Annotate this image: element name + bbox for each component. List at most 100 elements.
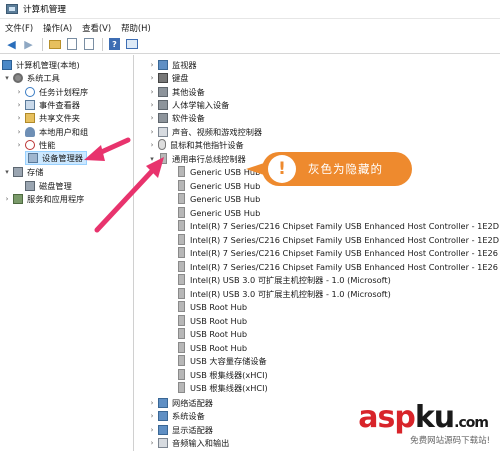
usb-device-row[interactable]: USB 大容量存储设备 [176, 354, 267, 368]
usb-device-row[interactable]: Intel(R) 7 Series/C216 Chipset Family US… [176, 219, 499, 233]
device-category[interactable]: › 监视器 [148, 58, 197, 72]
tree-performance-label: 性能 [39, 139, 56, 150]
device-category[interactable]: › 网络适配器 [148, 396, 213, 410]
console-tree: 计算机管理(本地) ▾ 系统工具 › 任务计划程序 › 事件查看器 › 共享文件… [0, 55, 134, 451]
chevron-right-icon[interactable]: › [148, 439, 156, 447]
chevron-right-icon[interactable]: › [148, 61, 156, 69]
chevron-right-icon[interactable]: › [148, 88, 156, 96]
tree-system-tools[interactable]: ▾ 系统工具 [3, 71, 60, 85]
tree-task-scheduler[interactable]: › 任务计划程序 [15, 85, 88, 99]
chevron-right-icon[interactable]: › [15, 128, 23, 136]
help-button[interactable]: ? [107, 37, 122, 52]
usb-device-label: USB 根集线器(xHCI) [190, 382, 268, 393]
usb-device-row[interactable]: USB 根集线器(xHCI) [176, 381, 268, 395]
device-category[interactable]: › 其他设备 [148, 85, 205, 99]
tree-performance[interactable]: › 性能 [15, 138, 55, 152]
tree-event-viewer[interactable]: › 事件查看器 [15, 98, 80, 112]
device-category[interactable]: › 显示适配器 [148, 423, 213, 437]
device-category-label: 系统设备 [172, 410, 205, 421]
device-category-label: 软件设备 [172, 112, 205, 123]
system-devices-icon [158, 410, 168, 421]
other-devices-icon [158, 86, 168, 97]
software-device-icon [158, 112, 168, 123]
up-folder-button[interactable] [47, 37, 62, 52]
tree-local-users[interactable]: › 本地用户和组 [15, 125, 88, 139]
device-category-label: 监视器 [172, 59, 197, 70]
device-category[interactable]: › 软件设备 [148, 111, 205, 125]
users-icon [25, 126, 35, 137]
chevron-right-icon[interactable]: › [148, 128, 156, 136]
tree-task-scheduler-label: 任务计划程序 [39, 86, 89, 97]
device-category[interactable]: › 人体学输入设备 [148, 98, 229, 112]
chevron-right-icon[interactable]: › [3, 195, 11, 203]
chevron-right-icon[interactable]: › [148, 114, 156, 122]
usb-device-row[interactable]: Generic USB Hub [176, 179, 260, 193]
usb-plug-icon [178, 274, 185, 286]
tree-disk-management[interactable]: 磁盘管理 [25, 179, 72, 193]
device-category[interactable]: › 系统设备 [148, 409, 205, 423]
chevron-down-icon[interactable]: ▾ [148, 155, 156, 163]
chevron-right-icon[interactable]: › [15, 101, 23, 109]
usb-device-row[interactable]: USB 根集线器(xHCI) [176, 368, 268, 382]
chevron-right-icon[interactable]: › [148, 101, 156, 109]
usb-plug-icon [178, 261, 185, 273]
usb-device-row[interactable]: Intel(R) 7 Series/C216 Chipset Family US… [176, 260, 498, 274]
list-button[interactable] [81, 37, 96, 52]
chevron-right-icon[interactable]: › [148, 74, 156, 82]
storage-icon [13, 166, 23, 177]
forward-arrow-icon[interactable]: ▶ [21, 37, 36, 52]
usb-device-row[interactable]: USB Root Hub [176, 314, 247, 328]
usb-device-row[interactable]: Generic USB Hub [176, 192, 260, 206]
clock-icon [25, 86, 35, 97]
chevron-right-icon[interactable]: › [15, 88, 23, 96]
menu-file[interactable]: 文件(F) [5, 22, 33, 34]
chevron-right-icon[interactable]: › [148, 426, 156, 434]
tree-device-manager-label: 设备管理器 [42, 152, 83, 163]
tree-storage[interactable]: ▾ 存储 [3, 165, 43, 179]
menu-action[interactable]: 操作(A) [43, 22, 72, 34]
chevron-down-icon[interactable]: ▾ [3, 74, 11, 82]
usb-device-row[interactable]: USB Root Hub [176, 300, 247, 314]
chevron-down-icon[interactable]: ▾ [3, 168, 11, 176]
usb-category[interactable]: ▾ 通用串行总线控制器 [148, 152, 246, 166]
device-category[interactable]: › 鼠标和其他指针设备 [148, 138, 244, 152]
chevron-right-icon[interactable]: › [148, 399, 156, 407]
usb-device-row[interactable]: Intel(R) 7 Series/C216 Chipset Family US… [176, 233, 499, 247]
tree-services[interactable]: › 服务和应用程序 [3, 192, 84, 206]
tree-shared-folders[interactable]: › 共享文件夹 [15, 111, 80, 125]
back-arrow-icon[interactable]: ◀ [4, 37, 19, 52]
properties-button[interactable] [64, 37, 79, 52]
watermark-tld: .com [454, 415, 489, 431]
usb-device-row[interactable]: USB Root Hub [176, 341, 247, 355]
usb-plug-icon [178, 315, 185, 327]
tree-root[interactable]: 计算机管理(本地) [2, 58, 80, 72]
network-adapter-icon [158, 397, 168, 408]
device-category-label: 声音、视频和游戏控制器 [172, 126, 263, 137]
usb-device-row[interactable]: Intel(R) 7 Series/C216 Chipset Family US… [176, 246, 498, 260]
device-tree: › 监视器 › 键盘 › 其他设备 › 人体学输入设备 › 软件设备 › 声音、… [135, 55, 500, 451]
chevron-right-icon[interactable]: › [148, 141, 156, 149]
usb-device-row[interactable]: USB Root Hub [176, 327, 247, 341]
device-category[interactable]: › 音频输入和输出 [148, 436, 229, 450]
device-category[interactable]: › 键盘 [148, 71, 188, 85]
usb-device-label: USB 根集线器(xHCI) [190, 369, 268, 380]
usb-plug-icon [178, 382, 185, 394]
usb-device-row[interactable]: Generic USB Hub [176, 206, 260, 220]
shared-folder-icon [25, 112, 35, 123]
chevron-right-icon[interactable]: › [15, 141, 23, 149]
chevron-right-icon[interactable]: › [148, 412, 156, 420]
menu-help[interactable]: 帮助(H) [121, 22, 151, 34]
usb-device-label: Intel(R) USB 3.0 可扩展主机控制器 - 1.0 (Microso… [190, 274, 391, 285]
device-category-label: 网络适配器 [172, 397, 213, 408]
usb-device-label: Generic USB Hub [190, 180, 261, 191]
monitor-button[interactable] [124, 37, 139, 52]
usb-device-row[interactable]: Intel(R) USB 3.0 可扩展主机控制器 - 1.0 (Microso… [176, 287, 391, 301]
device-category[interactable]: › 声音、视频和游戏控制器 [148, 125, 262, 139]
usb-device-row[interactable]: Intel(R) USB 3.0 可扩展主机控制器 - 1.0 (Microso… [176, 273, 391, 287]
computer-icon [2, 59, 12, 70]
tree-device-manager[interactable]: 设备管理器 [25, 151, 87, 165]
menu-view[interactable]: 查看(V) [82, 22, 111, 34]
window-title: 计算机管理 [23, 5, 66, 15]
folder-icon [48, 39, 61, 49]
chevron-right-icon[interactable]: › [15, 114, 23, 122]
